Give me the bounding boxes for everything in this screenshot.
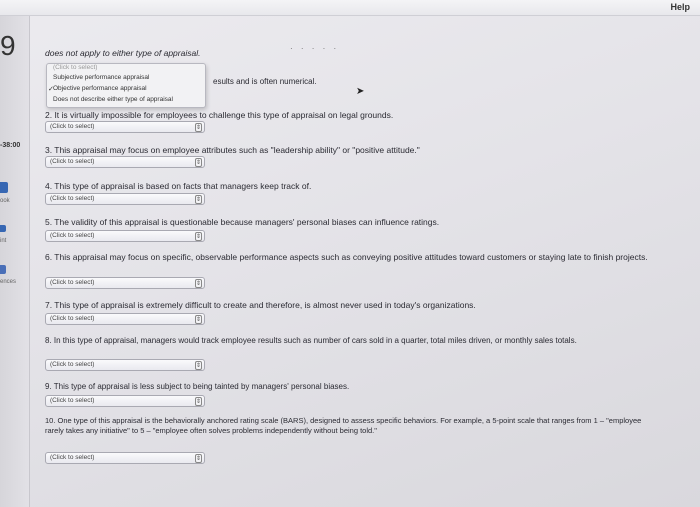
dropdown-arrow-icon: ⇕	[195, 232, 202, 241]
question-5-text: 5. The validity of this appraisal is que…	[45, 217, 440, 227]
print-icon[interactable]	[0, 225, 6, 232]
select-placeholder: (Click to select)	[50, 158, 95, 165]
select-placeholder: (Click to select)	[50, 454, 95, 461]
select-placeholder: (Click to select)	[50, 232, 95, 239]
question-10-text: 10. One type of this appraisal is the be…	[45, 416, 642, 435]
question-7-select[interactable]: (Click to select) ⇕	[45, 313, 205, 325]
sidebar-item-print[interactable]: int	[0, 238, 6, 244]
question-10-select[interactable]: (Click to select) ⇕	[45, 452, 205, 464]
question-4-text: 4. This type of appraisal is based on fa…	[45, 181, 312, 191]
top-toolbar: Help	[0, 0, 700, 16]
dropdown-arrow-icon: ⇕	[195, 195, 202, 204]
mouse-cursor-icon: ➤	[356, 86, 365, 97]
help-button[interactable]: Help	[670, 2, 690, 12]
dropdown-arrow-icon: ⇕	[195, 454, 202, 463]
sidebar-item-ebook[interactable]: ook	[0, 198, 10, 204]
option-objective[interactable]: ✓ Objective performance appraisal	[48, 85, 147, 93]
timer-readout: -38:00	[0, 142, 21, 149]
select-placeholder: (Click to select)	[50, 279, 95, 286]
checkmark-icon: ✓	[48, 86, 54, 93]
question-intro: does not apply to either type of apprais…	[45, 48, 201, 58]
option-neither[interactable]: Does not describe either type of apprais…	[53, 96, 173, 103]
question-5-select[interactable]: (Click to select) ⇕	[45, 230, 205, 242]
left-sidebar	[0, 16, 30, 507]
dropdown-arrow-icon: ⇕	[195, 158, 202, 167]
question-2-select[interactable]: (Click to select) ⇕	[45, 121, 205, 133]
option-objective-label: Objective performance appraisal	[53, 85, 147, 92]
select-placeholder: (Click to select)	[50, 397, 95, 404]
dropdown-arrow-icon: ⇕	[195, 315, 202, 324]
question-9-text: 9. This type of appraisal is less subjec…	[45, 382, 350, 391]
question-4-select[interactable]: (Click to select) ⇕	[45, 193, 205, 205]
question-8-select[interactable]: (Click to select) ⇕	[45, 359, 205, 371]
select-placeholder: (Click to select)	[50, 315, 95, 322]
question-number: 9	[0, 30, 16, 61]
question-7-text: 7. This type of appraisal is extremely d…	[45, 300, 476, 310]
question-6-select[interactable]: (Click to select) ⇕	[45, 277, 205, 289]
question-3-text: 3. This appraisal may focus on employee …	[45, 145, 420, 155]
dropdown-arrow-icon: ⇕	[195, 123, 202, 132]
dropdown-arrow-icon: ⇕	[195, 397, 202, 406]
option-subjective[interactable]: Subjective performance appraisal	[53, 74, 149, 81]
question-9-select[interactable]: (Click to select) ⇕	[45, 395, 205, 407]
question-2-text: 2. It is virtually impossible for employ…	[45, 110, 394, 120]
decorative-dots: · · · · ·	[290, 44, 340, 53]
book-icon[interactable]	[0, 182, 8, 193]
select-placeholder: (Click to select)	[50, 361, 95, 368]
select-placeholder: (Click to select)	[50, 195, 95, 202]
dropdown-arrow-icon: ⇕	[195, 279, 202, 288]
dropdown-arrow-icon: ⇕	[195, 361, 202, 370]
references-icon[interactable]	[0, 265, 6, 274]
dropdown-menu[interactable]: (Click to select) Subjective performance…	[46, 63, 206, 108]
question-1-text: esults and is often numerical.	[213, 77, 317, 86]
dropdown-placeholder[interactable]: (Click to select)	[53, 64, 97, 71]
question-3-select[interactable]: (Click to select) ⇕	[45, 156, 205, 168]
select-placeholder: (Click to select)	[50, 123, 95, 130]
question-8-text: 8. In this type of appraisal, managers w…	[45, 336, 577, 345]
sidebar-item-references[interactable]: ences	[0, 279, 16, 285]
question-6-text: 6. This appraisal may focus on specific,…	[45, 252, 648, 262]
